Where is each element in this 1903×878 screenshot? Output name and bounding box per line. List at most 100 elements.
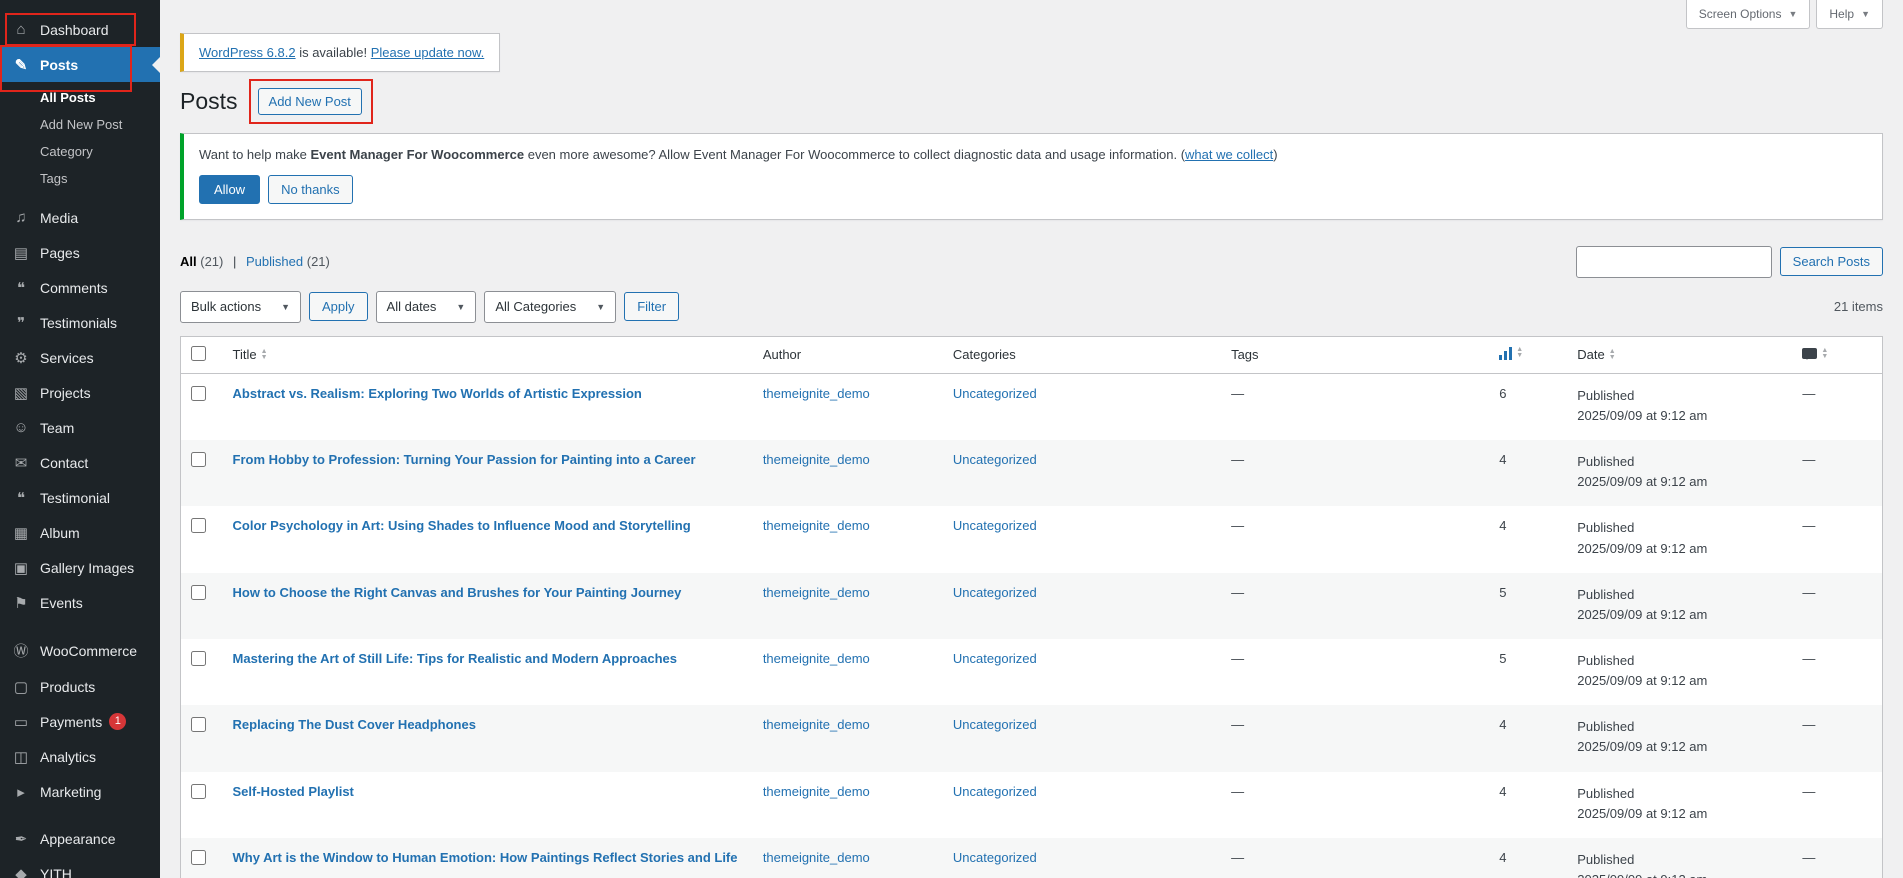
dates-filter-select[interactable]: All dates ▼ (375, 290, 477, 323)
author-link[interactable]: themeignite_demo (763, 651, 870, 666)
filter-button[interactable]: Filter (624, 292, 680, 322)
sidebar-item-events[interactable]: ⚑ Events (0, 585, 160, 620)
author-link[interactable]: themeignite_demo (763, 717, 870, 732)
comments-cell: — (1802, 584, 1816, 600)
diagnostic-notice-text: Want to help make Event Manager For Wooc… (199, 146, 1278, 162)
author-link[interactable]: themeignite_demo (763, 518, 870, 533)
view-published-link[interactable]: Published (246, 254, 303, 269)
search-input[interactable] (1575, 245, 1772, 278)
author-link[interactable]: themeignite_demo (763, 585, 870, 600)
allow-button[interactable]: Allow (199, 174, 261, 204)
apply-button[interactable]: Apply (309, 292, 368, 322)
post-title-link[interactable]: Replacing The Dust Cover Headphones (233, 717, 476, 732)
screen-meta-links: Screen Options ▼ Help ▼ (1685, 0, 1883, 29)
what-we-collect-link[interactable]: what we collect (1185, 147, 1273, 162)
post-title-link[interactable]: Why Art is the Window to Human Emotion: … (233, 850, 738, 865)
category-link[interactable]: Uncategorized (953, 386, 1037, 401)
author-link[interactable]: themeignite_demo (763, 784, 870, 799)
search-posts-button[interactable]: Search Posts (1779, 247, 1883, 277)
sidebar-item-comments[interactable]: ❝ Comments (0, 270, 160, 305)
row-checkbox[interactable] (191, 584, 206, 600)
table-row: Self-Hosted Playlist themeignite_demo Un… (181, 772, 1883, 838)
row-checkbox[interactable] (191, 651, 206, 667)
sidebar-item-appearance[interactable]: ✒ Appearance (0, 821, 160, 856)
category-link[interactable]: Uncategorized (953, 518, 1037, 533)
post-status: Published (1577, 719, 1635, 735)
sidebar-item-projects[interactable]: ▧ Projects (0, 375, 160, 410)
author-link[interactable]: themeignite_demo (763, 452, 870, 467)
bulk-actions-select[interactable]: Bulk actions ▼ (180, 290, 302, 323)
wordpress-version-link[interactable]: WordPress 6.8.2 (199, 45, 296, 60)
sidebar-item-services[interactable]: ⚙ Services (0, 340, 160, 375)
category-link[interactable]: Uncategorized (953, 651, 1037, 666)
screen-options-button[interactable]: Screen Options ▼ (1685, 0, 1811, 29)
sidebar-item-label: Contact (40, 454, 89, 471)
sidebar-item-gallery-images[interactable]: ▣ Gallery Images (0, 550, 160, 585)
select-all-checkbox[interactable] (191, 345, 206, 361)
no-thanks-button[interactable]: No thanks (268, 174, 353, 204)
post-title-link[interactable]: How to Choose the Right Canvas and Brush… (233, 585, 682, 600)
view-all-link[interactable]: All (180, 254, 197, 269)
row-checkbox[interactable] (191, 452, 206, 468)
sort-by-title-header[interactable]: Title ▲ ▼ (233, 347, 268, 362)
category-link[interactable]: Uncategorized (953, 784, 1037, 799)
tags-cell: — (1231, 849, 1245, 865)
chevron-down-icon: ▼ (1788, 9, 1798, 19)
date-cell: Published 2025/09/09 at 9:12 am (1567, 838, 1792, 878)
sidebar-subitem-tags[interactable]: Tags (0, 165, 160, 192)
sidebar-item-pages[interactable]: ▤ Pages (0, 235, 160, 270)
category-link[interactable]: Uncategorized (953, 452, 1037, 467)
author-link[interactable]: themeignite_demo (763, 386, 870, 401)
sidebar-item-media[interactable]: ♫ Media (0, 200, 160, 235)
sidebar-item-dashboard[interactable]: ⌂ Dashboard (0, 12, 160, 47)
post-status: Published (1577, 520, 1635, 536)
sidebar-item-payments[interactable]: ▭ Payments 1 (0, 704, 160, 739)
sort-by-comments-header[interactable]: ▲ ▼ (1802, 346, 1829, 361)
stats-chart-icon (1499, 346, 1513, 360)
appearance-icon: ✒ (14, 830, 28, 848)
sidebar-item-woocommerce[interactable]: Ⓦ WooCommerce (0, 632, 160, 669)
post-title-link[interactable]: Color Psychology in Art: Using Shades to… (233, 518, 691, 533)
category-link[interactable]: Uncategorized (953, 717, 1037, 732)
sidebar-item-yith[interactable]: ◆ YITH (0, 856, 160, 878)
date-cell: Published 2025/09/09 at 9:12 am (1567, 506, 1792, 572)
author-link[interactable]: themeignite_demo (763, 850, 870, 865)
sidebar-subitem-all-posts[interactable]: All Posts (0, 84, 160, 111)
post-title-link[interactable]: Self-Hosted Playlist (233, 784, 354, 799)
row-checkbox[interactable] (191, 518, 206, 534)
sidebar-item-team[interactable]: ☺ Team (0, 410, 160, 445)
sort-arrows-icon: ▲ ▼ (1608, 347, 1616, 361)
sidebar-item-posts[interactable]: ✎ Posts (0, 45, 160, 92)
row-checkbox[interactable] (191, 385, 206, 401)
post-title-link[interactable]: From Hobby to Profession: Turning Your P… (233, 452, 696, 467)
category-link[interactable]: Uncategorized (953, 850, 1037, 865)
sidebar-subitem-add-new-post[interactable]: Add New Post (0, 111, 160, 138)
add-new-post-button[interactable]: Add New Post (257, 88, 362, 116)
help-button[interactable]: Help ▼ (1816, 0, 1883, 29)
categories-filter-select[interactable]: All Categories ▼ (484, 290, 617, 323)
sidebar-item-label: Projects (40, 384, 91, 401)
row-checkbox[interactable] (191, 783, 206, 799)
update-now-link[interactable]: Please update now. (371, 45, 484, 60)
sidebar-item-testimonial[interactable]: ❝ Testimonial (0, 480, 160, 515)
team-icon: ☺ (13, 419, 29, 436)
events-icon: ⚑ (14, 594, 28, 612)
row-checkbox[interactable] (191, 849, 206, 865)
sidebar-item-album[interactable]: ▦ Album (0, 515, 160, 550)
wordpress-update-notice: WordPress 6.8.2 is available! Please upd… (180, 33, 501, 72)
sort-arrows-icon: ▲ ▼ (1821, 346, 1829, 360)
sidebar-item-marketing[interactable]: ▸ Marketing (0, 774, 160, 809)
yith-icon: ◆ (15, 865, 27, 878)
sort-by-date-header[interactable]: Date ▲ ▼ (1577, 347, 1615, 362)
projects-icon: ▧ (13, 384, 29, 402)
sort-by-views-header[interactable]: ▲ ▼ (1499, 346, 1523, 360)
post-title-link[interactable]: Abstract vs. Realism: Exploring Two Worl… (233, 386, 642, 401)
sidebar-subitem-category[interactable]: Category (0, 138, 160, 165)
sidebar-item-products[interactable]: ▢ Products (0, 669, 160, 704)
sidebar-item-analytics[interactable]: ◫ Analytics (0, 739, 160, 774)
post-title-link[interactable]: Mastering the Art of Still Life: Tips fo… (233, 651, 677, 666)
sidebar-item-contact[interactable]: ✉ Contact (0, 445, 160, 480)
sidebar-item-testimonials[interactable]: ❞ Testimonials (0, 305, 160, 340)
category-link[interactable]: Uncategorized (953, 585, 1037, 600)
row-checkbox[interactable] (191, 717, 206, 733)
